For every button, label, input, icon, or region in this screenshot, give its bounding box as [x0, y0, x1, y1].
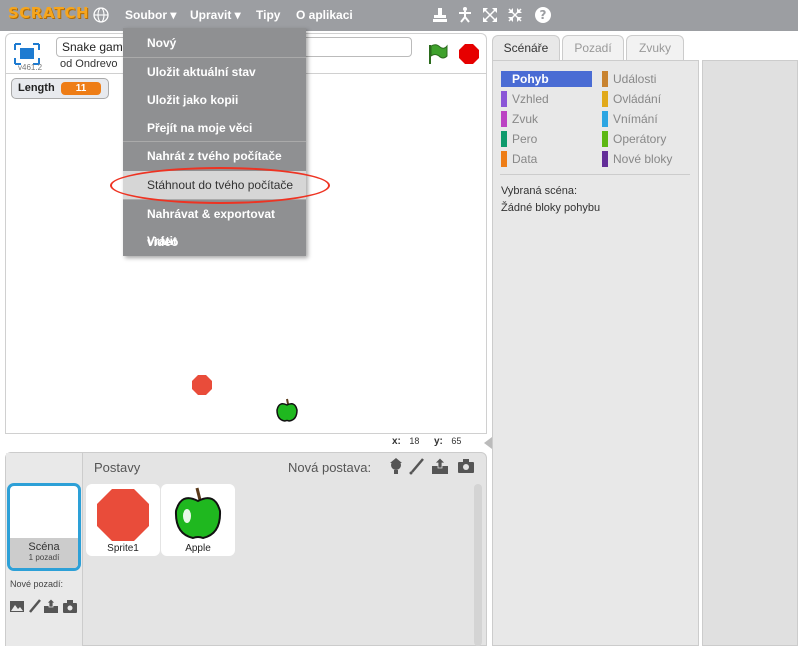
category-color-bar — [501, 131, 507, 147]
category-label: Zvuk — [512, 112, 539, 126]
category-more-blocks[interactable]: Nové bloky — [602, 151, 692, 167]
menu-item-go-to-my-stuff[interactable]: Přejít na moje věci — [123, 114, 306, 142]
backdrop-library-icon[interactable] — [9, 598, 25, 614]
y-coordinate: y: 65 — [434, 436, 461, 447]
project-author: od Ondrevo — [60, 58, 118, 70]
y-label: y: — [434, 436, 443, 447]
monitor-value: 11 — [61, 82, 101, 95]
scratch-logo[interactable]: SCRATCH — [8, 4, 89, 22]
category-color-bar — [501, 91, 507, 107]
paint-backdrop-icon[interactable] — [27, 598, 43, 614]
category-looks[interactable]: Vzhled — [501, 91, 592, 107]
sprite-tile-sprite1[interactable]: Sprite1 — [86, 484, 160, 556]
version-label: v461.2 — [18, 63, 43, 72]
category-sensing[interactable]: Vnímání — [602, 111, 692, 127]
delete-scissors-icon[interactable] — [456, 6, 474, 24]
category-color-bar — [501, 151, 507, 167]
category-label: Pero — [512, 132, 538, 146]
scene-thumbnail[interactable]: Scéna 1 pozadí — [7, 483, 81, 571]
category-control[interactable]: Ovládání — [602, 91, 692, 107]
sprites-scrollbar[interactable] — [474, 484, 482, 646]
sprite1-on-stage[interactable] — [191, 374, 213, 396]
grow-icon[interactable] — [481, 6, 499, 24]
category-color-bar — [602, 91, 608, 107]
block-palette — [492, 60, 699, 646]
sprite-tile-apple[interactable]: Apple — [161, 484, 235, 556]
category-operators[interactable]: Operátory — [602, 131, 692, 147]
duplicate-stamp-icon[interactable] — [431, 6, 449, 24]
category-label: Operátory — [613, 132, 667, 146]
monitor-label: Length — [18, 82, 55, 94]
upload-backdrop-icon[interactable] — [43, 598, 59, 614]
category-label: Vnímání — [613, 112, 658, 126]
menu-item-upload-from-computer[interactable]: Nahrát z tvého počítače — [123, 142, 306, 170]
category-color-bar — [602, 71, 608, 87]
variable-monitor[interactable]: Length 11 — [11, 78, 109, 99]
help-icon[interactable]: ? — [534, 6, 552, 24]
top-menu-bar: SCRATCH Soubor ▾ Upravit ▾ Tipy O aplika… — [0, 0, 798, 31]
x-value: 18 — [409, 436, 420, 446]
category-color-bar — [501, 111, 507, 127]
category-color-bar — [602, 131, 608, 147]
menu-item-revert[interactable]: Vrátit — [123, 227, 306, 255]
globe-icon[interactable] — [93, 7, 109, 23]
green-flag-icon[interactable] — [426, 43, 448, 65]
scripts-area[interactable] — [702, 60, 798, 646]
category-color-bar — [602, 151, 608, 167]
shrink-icon[interactable] — [506, 6, 524, 24]
menu-item-new[interactable]: Nový — [123, 29, 306, 57]
category-color-bar — [602, 111, 608, 127]
tab-sounds[interactable]: Zvuky — [626, 35, 684, 61]
y-value: 65 — [451, 436, 462, 446]
apple-thumbnail — [174, 487, 222, 540]
collapse-stage-arrow[interactable] — [484, 437, 492, 449]
x-label: x: — [392, 436, 401, 447]
red-annotation-circle — [110, 167, 330, 204]
new-sprite-label: Nová postava: — [288, 460, 372, 475]
new-backdrop-label: Nové pozadí: — [10, 579, 64, 589]
edit-menu-button[interactable]: Upravit ▾ — [190, 8, 241, 22]
choose-sprite-from-library-icon[interactable] — [387, 457, 405, 475]
no-blocks-message: Žádné bloky pohybu — [501, 202, 601, 214]
category-motion[interactable]: Pohyb — [501, 71, 592, 87]
category-label: Nové bloky — [613, 152, 673, 166]
tab-scripts[interactable]: Scénáře — [492, 35, 560, 61]
palette-divider — [500, 174, 690, 175]
category-label: Události — [613, 72, 657, 86]
sprite-name: Apple — [185, 543, 211, 554]
menu-item-save-copy[interactable]: Uložit jako kopii — [123, 86, 306, 114]
stop-sign-icon[interactable] — [458, 43, 480, 65]
fullscreen-icon[interactable] — [14, 43, 40, 65]
file-menu-button[interactable]: Soubor ▾ — [125, 8, 176, 22]
tips-menu-button[interactable]: Tipy — [256, 8, 280, 22]
category-pen[interactable]: Pero — [501, 131, 592, 147]
camera-sprite-icon[interactable] — [457, 457, 475, 475]
sprites-title: Postavy — [94, 460, 141, 475]
about-menu-button[interactable]: O aplikaci — [296, 8, 353, 22]
x-coordinate: x: 18 — [392, 436, 419, 447]
upload-sprite-icon[interactable] — [431, 457, 449, 475]
scene-backdrop-count: 1 pozadí — [28, 553, 60, 562]
category-label: Ovládání — [613, 92, 662, 106]
sprite1-thumbnail — [97, 489, 149, 541]
apple-on-stage[interactable] — [273, 396, 301, 424]
file-dropdown-menu: Nový Uložit aktuální stav Uložit jako ko… — [123, 28, 306, 256]
paint-new-sprite-icon[interactable] — [408, 457, 426, 475]
category-sound[interactable]: Zvuk — [501, 111, 592, 127]
category-events[interactable]: Události — [602, 71, 692, 87]
svg-text:?: ? — [540, 8, 547, 22]
scene-name: Scéna — [28, 541, 60, 553]
category-label: Pohyb — [512, 72, 549, 86]
category-data[interactable]: Data — [501, 151, 592, 167]
camera-backdrop-icon[interactable] — [62, 598, 78, 614]
sprite-name: Sprite1 — [107, 543, 139, 554]
category-label: Vzhled — [512, 92, 549, 106]
selected-scene-label: Vybraná scéna: — [501, 185, 578, 197]
tab-backdrops[interactable]: Pozadí — [562, 35, 624, 61]
category-label: Data — [512, 152, 538, 166]
menu-item-record-video[interactable]: Nahrávat & exportovat video — [123, 200, 306, 249]
scene-footer: Scéna 1 pozadí — [10, 538, 78, 568]
menu-item-save-now[interactable]: Uložit aktuální stav — [123, 58, 306, 86]
